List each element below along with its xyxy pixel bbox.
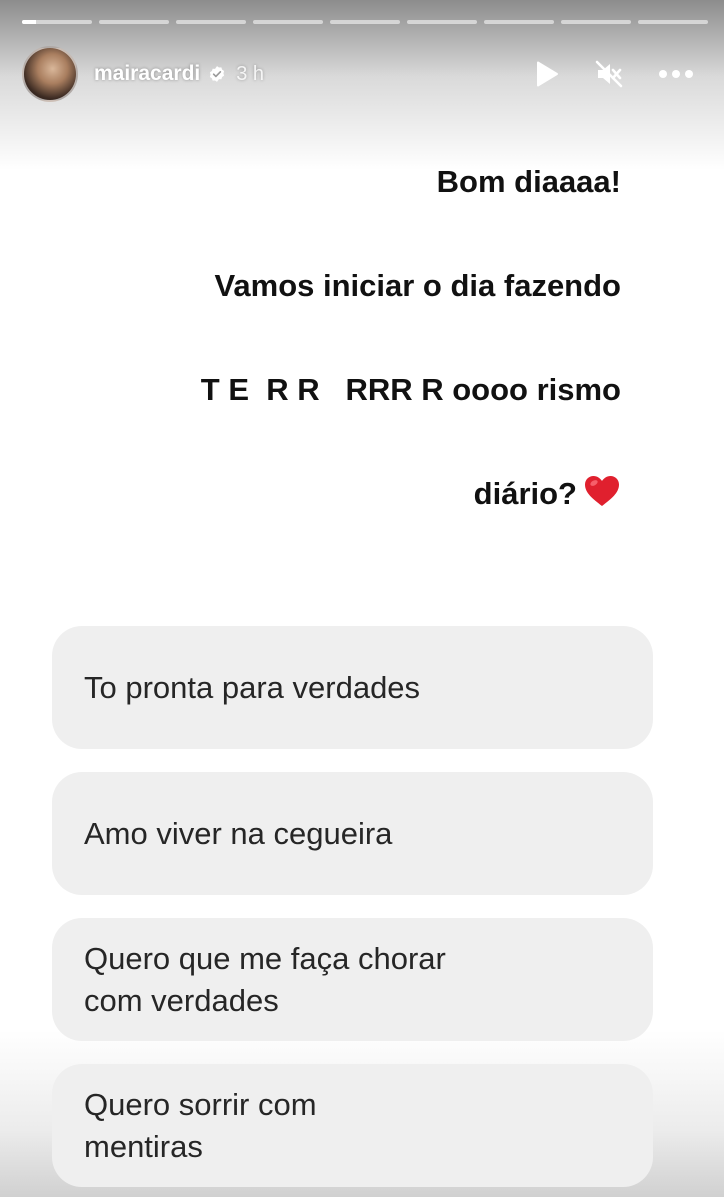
story-header: mairacardi 3 h	[22, 44, 702, 104]
text-line-question: diário?	[61, 472, 621, 576]
progress-segment	[330, 20, 400, 24]
poll-option-label: Quero sorrir com mentiras	[84, 1086, 317, 1164]
text-line-intro: Vamos iniciar o dia fazendo	[214, 268, 621, 303]
story-controls	[534, 58, 694, 90]
play-button[interactable]	[534, 58, 560, 90]
play-icon	[537, 61, 558, 87]
poll-option[interactable]: To pronta para verdades	[52, 626, 653, 749]
more-options-icon	[659, 70, 693, 78]
progress-segment	[561, 20, 631, 24]
story-text: Bom diaaaa! Vamos iniciar o dia fazendo …	[61, 160, 621, 576]
progress-segment	[407, 20, 477, 24]
poll-option[interactable]: Quero que me faça chorar com verdades	[52, 918, 653, 1041]
mute-button[interactable]	[594, 58, 624, 90]
post-time: 3 h	[236, 62, 265, 85]
question-text: diário?	[473, 476, 577, 511]
progress-segment	[22, 20, 92, 24]
poll-option-label: To pronta para verdades	[84, 669, 421, 705]
story-progress-bar	[22, 20, 708, 24]
progress-segment	[99, 20, 169, 24]
speaker-muted-icon	[595, 60, 623, 88]
username[interactable]: mairacardi	[94, 62, 200, 86]
poll-sticker: To pronta para verdades Amo viver na ceg…	[52, 626, 653, 1197]
progress-segment	[638, 20, 708, 24]
progress-fill	[22, 20, 36, 24]
poll-option[interactable]: Amo viver na cegueira	[52, 772, 653, 895]
more-options-button[interactable]	[658, 58, 694, 90]
poll-option[interactable]: Quero sorrir com mentiras	[52, 1064, 653, 1187]
heart-icon	[585, 476, 619, 506]
poll-option-label: Amo viver na cegueira	[84, 815, 393, 851]
progress-segment	[176, 20, 246, 24]
verified-badge-icon	[210, 66, 225, 82]
progress-segment	[484, 20, 554, 24]
text-line-terrorismo: T E R R RRR R oooo rismo	[200, 372, 621, 407]
text-line-greeting: Bom diaaaa!	[436, 164, 621, 199]
avatar[interactable]	[22, 46, 78, 102]
story-viewer: mairacardi 3 h Bom diaaaa! Vamos iniciar…	[0, 0, 724, 1197]
poll-option-label: Quero que me faça chorar com verdades	[84, 940, 446, 1018]
progress-segment	[253, 20, 323, 24]
